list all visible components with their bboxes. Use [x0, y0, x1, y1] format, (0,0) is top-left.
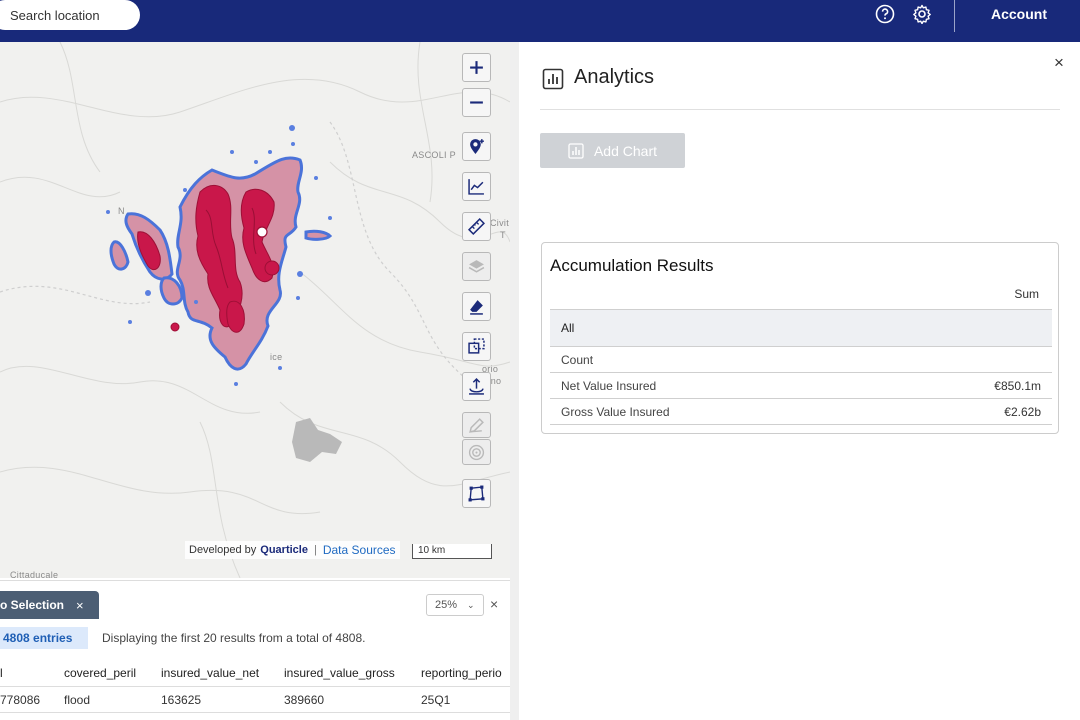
map-place-label: ice	[270, 352, 283, 362]
add-chart-button[interactable]: Add Chart	[540, 133, 685, 168]
column-header[interactable]: l	[0, 659, 3, 686]
table-cell: 778086	[0, 692, 41, 707]
result-value: €850.1m	[994, 378, 1041, 393]
topbar-divider	[954, 0, 955, 32]
map-place-label: T	[500, 230, 506, 240]
developed-by-text: Developed by	[189, 544, 257, 556]
column-header[interactable]: covered_peril	[64, 659, 136, 686]
selection-tab[interactable]: o Selection ×	[0, 591, 99, 619]
results-table-panel: o Selection × 25% ⌄ × 4808 entries Displ…	[0, 580, 510, 720]
zoom-select[interactable]: 25% ⌄	[426, 594, 484, 616]
layers-button[interactable]	[462, 252, 491, 281]
zoom-out-button[interactable]	[462, 88, 491, 117]
add-location-button[interactable]	[462, 132, 491, 161]
map-scale-bar: 10 km	[412, 544, 492, 559]
map-view[interactable]: ASCOLI P Civit T N ice orio Volano Citta…	[0, 42, 510, 578]
table-header: l covered_peril insured_value_net insure…	[0, 659, 510, 687]
column-header[interactable]: insured_value_net	[161, 659, 259, 686]
chevron-down-icon: ⌄	[467, 599, 475, 610]
close-icon[interactable]: ×	[76, 598, 84, 613]
draw-button[interactable]	[462, 412, 491, 438]
column-header[interactable]: insured_value_gross	[284, 659, 395, 686]
group-row-all: All	[550, 310, 1052, 346]
result-row: Net Value Insured €850.1m	[550, 373, 1052, 399]
map-place-label: Civit	[490, 218, 509, 228]
data-sources-link[interactable]: Data Sources	[323, 543, 396, 557]
chart-tool-button[interactable]	[462, 172, 491, 201]
anchor-upload-icon	[469, 378, 484, 395]
map-place-label: Cittaducale	[10, 570, 59, 578]
result-label: Count	[561, 352, 594, 367]
result-row: Gross Value Insured €2.62b	[550, 399, 1052, 425]
select-area-button[interactable]	[462, 332, 491, 361]
result-label: Net Value Insured	[561, 378, 657, 393]
map-canvas	[0, 42, 510, 578]
column-header[interactable]: reporting_perio	[421, 659, 510, 686]
account-button[interactable]: Account	[991, 6, 1047, 22]
target-button[interactable]	[462, 439, 491, 465]
help-circle-icon[interactable]	[875, 4, 895, 24]
map-attribution: Developed by Quarticle | Data Sources	[185, 541, 400, 559]
attribution-separator: |	[313, 544, 317, 556]
layers-icon	[468, 260, 485, 273]
map-place-label: ASCOLI P	[412, 150, 456, 160]
select-area-icon	[468, 338, 485, 354]
card-title: Accumulation Results	[550, 256, 714, 275]
table-row[interactable]: 778086 flood 163625 389660 25Q1	[0, 687, 510, 713]
eraser-icon	[470, 300, 483, 315]
polygon-icon	[468, 485, 485, 502]
table-cell: 389660	[284, 692, 325, 707]
table-cell: 163625	[161, 692, 202, 707]
accumulation-results-card: Accumulation Results Sum All Count Net V…	[541, 242, 1059, 434]
close-icon[interactable]: ×	[1054, 53, 1064, 73]
close-icon[interactable]: ×	[490, 596, 498, 612]
upload-button[interactable]	[462, 372, 491, 401]
gear-icon[interactable]	[912, 4, 932, 24]
bar-chart-icon	[568, 142, 584, 159]
target-icon	[468, 444, 485, 460]
zoom-in-button[interactable]	[462, 53, 491, 82]
location-pin-plus-icon	[470, 139, 484, 154]
quarticle-logo[interactable]: Quarticle	[260, 544, 308, 556]
pencil-icon	[469, 417, 484, 433]
table-cell: flood	[64, 692, 91, 707]
sum-column-header: Sum	[1014, 287, 1039, 301]
add-chart-label: Add Chart	[593, 142, 658, 159]
ruler-icon	[468, 218, 485, 235]
minus-icon	[470, 101, 483, 104]
top-navigation-bar: Search location Account	[0, 0, 1080, 42]
results-summary-text: Displaying the first 20 results from a t…	[102, 631, 366, 645]
measure-button[interactable]	[462, 212, 491, 241]
selection-tab-label: o Selection	[0, 598, 65, 612]
line-chart-icon	[468, 179, 484, 195]
table-cell: 25Q1	[421, 692, 451, 707]
result-row: Count	[550, 347, 1052, 373]
search-placeholder: Search location	[10, 7, 100, 23]
entries-badge: 4808 entries	[0, 627, 88, 649]
result-value: €2.62b	[1004, 404, 1041, 419]
result-label: Gross Value Insured	[561, 404, 670, 419]
panel-splitter[interactable]	[510, 42, 519, 720]
polygon-button[interactable]	[462, 479, 491, 508]
zoom-value: 25%	[435, 599, 458, 611]
search-location-input[interactable]: Search location	[0, 0, 140, 30]
erase-button[interactable]	[462, 292, 491, 321]
plus-icon	[470, 61, 483, 74]
bar-chart-icon	[542, 68, 564, 90]
map-place-label: N	[118, 206, 125, 216]
analytics-title: Analytics	[574, 66, 655, 88]
analytics-divider	[540, 109, 1060, 110]
